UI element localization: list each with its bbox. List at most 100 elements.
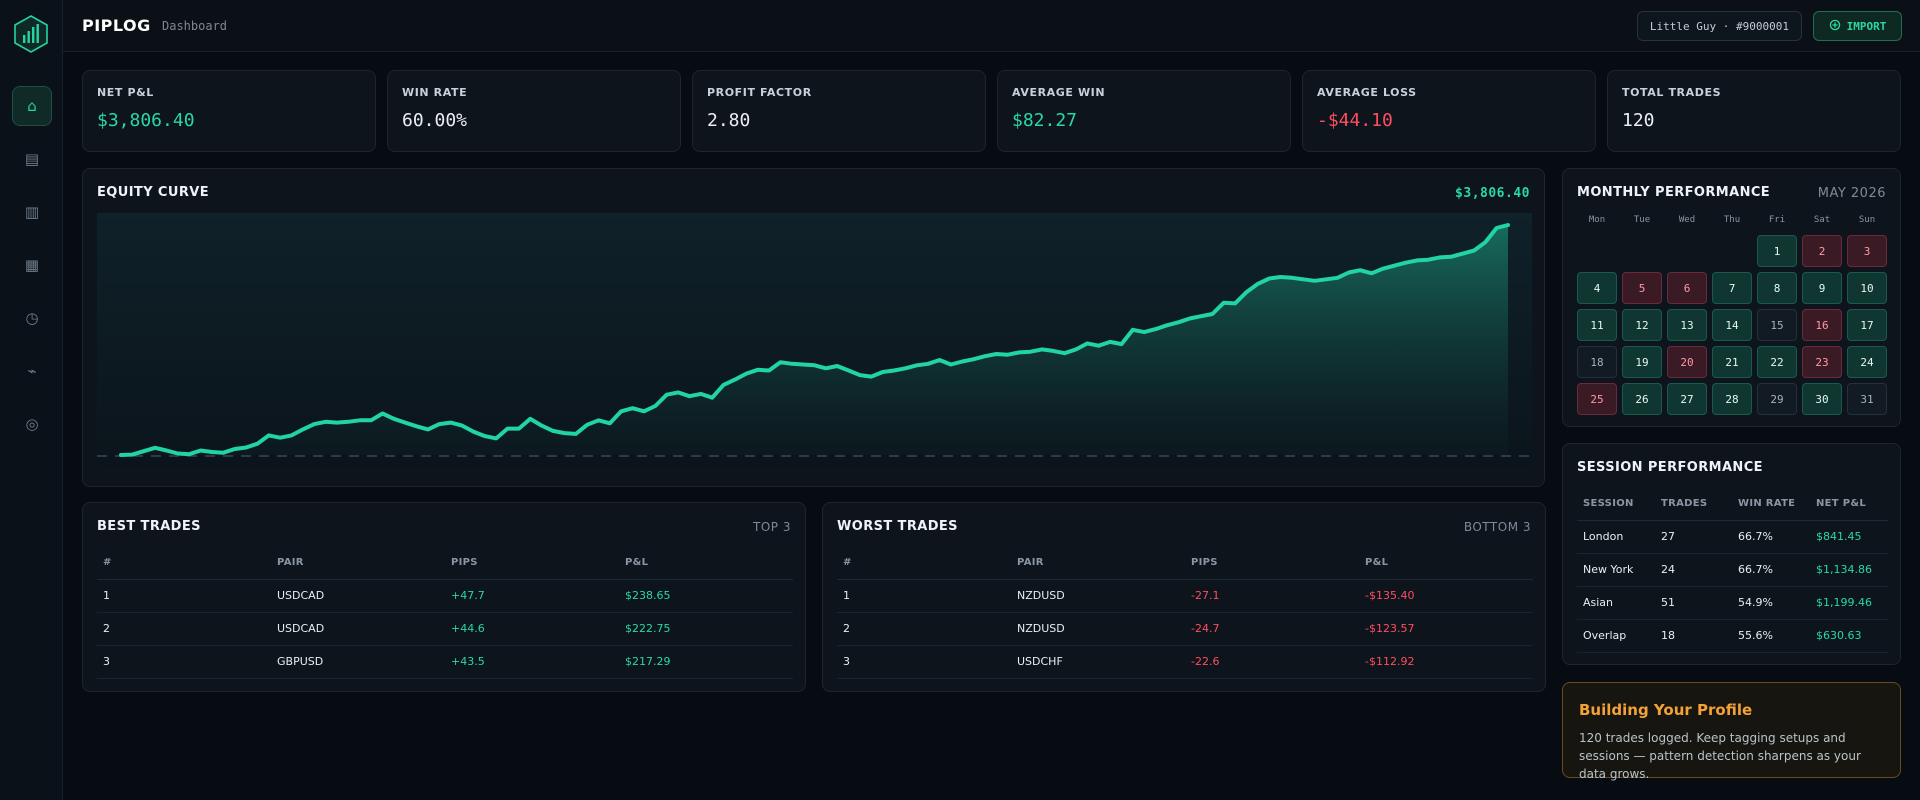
calendar-day[interactable]: 27 — [1667, 383, 1707, 415]
sidebar-item-journal[interactable]: ▤ — [12, 139, 52, 179]
table-row[interactable]: 2 NZDUSD -24.7 -$123.57 — [837, 612, 1533, 646]
calendar-day[interactable]: 31 — [1847, 383, 1887, 415]
kpi-value: $82.27 — [1012, 110, 1078, 131]
col-pips: PIPS — [445, 547, 619, 580]
worst-trades-card: WORST TRADES BOTTOM 3 # PAIR PIPS P&L 1N… — [822, 502, 1546, 692]
table-row[interactable]: 3 USDCHF -22.6 -$112.92 — [837, 645, 1533, 679]
table-row[interactable]: London 27 66.7% $841.45 — [1577, 520, 1888, 554]
session-win-rate: 66.7% — [1732, 520, 1810, 554]
monthly-performance-card: MONTHLY PERFORMANCE MAY 2026 Mon Tue Wed Th… — [1562, 168, 1901, 427]
trade-pair: GBPUSD — [271, 645, 445, 679]
kpi-label: TOTAL TRADES — [1622, 86, 1722, 99]
kpi-card: AVERAGE WIN $82.27 — [997, 70, 1291, 152]
calendar-day[interactable]: 10 — [1847, 272, 1887, 304]
calendar-day[interactable]: 21 — [1712, 346, 1752, 378]
sidebar-item-home[interactable]: ⌂ — [12, 86, 52, 126]
calendar-day[interactable]: 9 — [1802, 272, 1842, 304]
trade-pair: NZDUSD — [1011, 612, 1185, 646]
calendar-day[interactable]: 15 — [1757, 309, 1797, 341]
calendar-day[interactable]: 8 — [1757, 272, 1797, 304]
import-button[interactable]: IMPORT — [1813, 11, 1902, 41]
calendar-day[interactable]: 4 — [1577, 272, 1617, 304]
table-row[interactable]: New York 24 66.7% $1,134.86 — [1577, 553, 1888, 587]
calendar-day[interactable]: 7 — [1712, 272, 1752, 304]
calendar-day[interactable]: 23 — [1802, 346, 1842, 378]
monthly-month[interactable]: MAY 2026 — [1818, 186, 1886, 201]
session-pnl: $841.45 — [1810, 520, 1888, 554]
calendar-day[interactable]: 14 — [1712, 309, 1752, 341]
trade-number: 3 — [97, 645, 271, 679]
trade-pips: -27.1 — [1185, 579, 1359, 613]
trade-pips: -24.7 — [1185, 612, 1359, 646]
session-win-rate: 66.7% — [1732, 553, 1810, 587]
kpi-value: 60.00% — [402, 110, 468, 131]
calendar-day[interactable]: 18 — [1577, 346, 1617, 378]
session-pnl: $1,134.86 — [1810, 553, 1888, 587]
calendar-day[interactable]: 20 — [1667, 346, 1707, 378]
home-icon: ⌂ — [27, 97, 37, 115]
session-trades: 24 — [1655, 553, 1732, 587]
trade-number: 1 — [97, 579, 271, 613]
calendar-day[interactable]: 1 — [1757, 235, 1797, 267]
logo-icon[interactable] — [14, 15, 48, 53]
calendar-day[interactable]: 2 — [1802, 235, 1842, 267]
kpi-label: WIN RATE — [402, 86, 468, 99]
calendar-day[interactable]: 26 — [1622, 383, 1662, 415]
kpi-value: 120 — [1622, 110, 1655, 131]
trade-pair: USDCHF — [1011, 645, 1185, 679]
analytics-icon: ⌁ — [27, 362, 37, 380]
settings-icon: ◎ — [25, 415, 39, 433]
journal-icon: ▤ — [24, 150, 40, 168]
calendar-day[interactable]: 11 — [1577, 309, 1617, 341]
table-row[interactable]: 1 USDCAD +47.7 $238.65 — [97, 579, 793, 613]
monthly-title: MONTHLY PERFORMANCE — [1577, 185, 1771, 200]
col-pips: PIPS — [1185, 547, 1359, 580]
table-row[interactable]: 2 USDCAD +44.6 $222.75 — [97, 612, 793, 646]
profile-progress-card: Building Your Profile 120 trades logged.… — [1562, 682, 1901, 781]
equity-curve-title: EQUITY CURVE — [97, 185, 209, 200]
calendar-day[interactable]: 13 — [1667, 309, 1707, 341]
table-row[interactable]: 1 NZDUSD -27.1 -$135.40 — [837, 579, 1533, 613]
kpi-card: PROFIT FACTOR 2.80 — [692, 70, 986, 152]
session-name: London — [1577, 520, 1655, 554]
session-trades: 27 — [1655, 520, 1732, 554]
calendar-day[interactable]: 28 — [1712, 383, 1752, 415]
calendar-day[interactable]: 5 — [1622, 272, 1662, 304]
calendar-day[interactable]: 16 — [1802, 309, 1842, 341]
kpi-card: NET P&L $3,806.40 — [82, 70, 376, 152]
kpi-card: TOTAL TRADES 120 — [1607, 70, 1901, 152]
sidebar-item-sessions[interactable]: ◷ — [12, 298, 52, 338]
col-pnl: P&L — [1359, 547, 1533, 580]
calendar-day[interactable]: 29 — [1757, 383, 1797, 415]
trade-pips: +44.6 — [445, 612, 619, 646]
weekday-label: Thu — [1723, 215, 1741, 225]
sidebar-item-settings[interactable]: ◎ — [12, 404, 52, 444]
sidebar-item-calendar[interactable]: ▦ — [12, 245, 52, 285]
calendar-day[interactable]: 24 — [1847, 346, 1887, 378]
sidebar-item-trades[interactable]: ▥ — [12, 192, 52, 232]
trade-number: 3 — [837, 645, 1011, 679]
calendar-day[interactable]: 30 — [1802, 383, 1842, 415]
worst-trades-table: # PAIR PIPS P&L 1 NZDUSD -27.1 -$135.40 2 NZD… — [837, 547, 1533, 679]
table-row[interactable]: Overlap 18 55.6% $630.63 — [1577, 619, 1888, 653]
table-row[interactable]: 3 GBPUSD +43.5 $217.29 — [97, 645, 793, 679]
calendar-day[interactable]: 12 — [1622, 309, 1662, 341]
user-badge[interactable]: Little Guy · #9000001 — [1636, 11, 1802, 41]
kpi-card: WIN RATE 60.00% — [387, 70, 681, 152]
trade-pnl: -$135.40 — [1359, 579, 1533, 613]
calendar-day[interactable]: 17 — [1847, 309, 1887, 341]
table-row[interactable]: Asian 51 54.9% $1,199.46 — [1577, 586, 1888, 620]
calendar-day[interactable]: 22 — [1757, 346, 1797, 378]
calendar-day[interactable]: 19 — [1622, 346, 1662, 378]
kpi-label: PROFIT FACTOR — [707, 86, 812, 99]
col-win-rate: WIN RATE — [1732, 488, 1810, 521]
trade-pips: +43.5 — [445, 645, 619, 679]
weekday-label: Fri — [1768, 215, 1786, 225]
trade-number: 2 — [837, 612, 1011, 646]
session-title: SESSION PERFORMANCE — [1577, 460, 1763, 475]
calendar-day[interactable]: 3 — [1847, 235, 1887, 267]
calendar-day[interactable]: 6 — [1667, 272, 1707, 304]
calendar-day[interactable]: 25 — [1577, 383, 1617, 415]
sidebar-item-analytics[interactable]: ⌁ — [12, 351, 52, 391]
kpi-label: AVERAGE LOSS — [1317, 86, 1417, 99]
